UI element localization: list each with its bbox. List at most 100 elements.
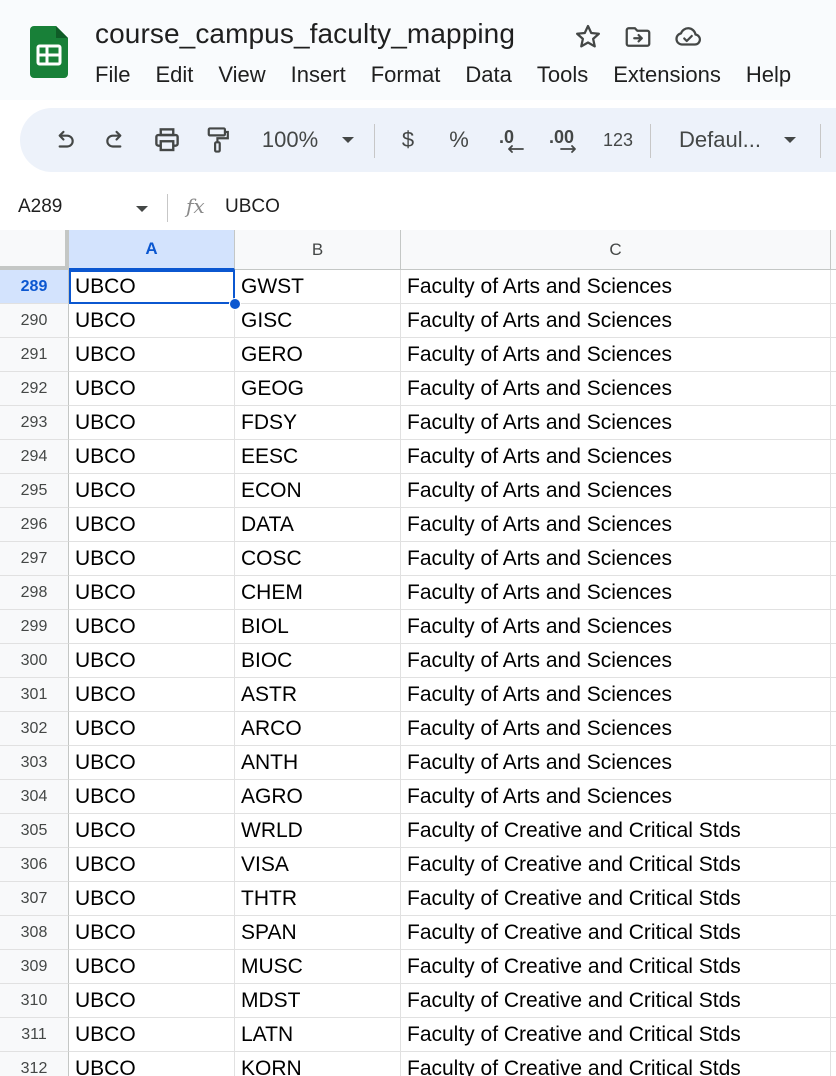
cell-subject-code[interactable]: KORN [235,1052,401,1076]
cell-subject-code[interactable]: COSC [235,542,401,576]
row-header[interactable]: 291 [0,338,69,372]
row-header[interactable]: 296 [0,508,69,542]
row-header[interactable]: 304 [0,780,69,814]
cell-empty[interactable] [831,338,836,372]
cell-empty[interactable] [831,1018,836,1052]
cell-campus[interactable]: UBCO [69,1052,235,1076]
row-header[interactable]: 310 [0,984,69,1018]
cell-subject-code[interactable]: EESC [235,440,401,474]
cell-subject-code[interactable]: GWST [235,270,401,304]
increase-decimal-button[interactable]: .00 [547,108,583,172]
formula-input[interactable]: UBCO [225,196,280,218]
chevron-down-icon[interactable] [135,204,149,214]
zoom-dropdown-button[interactable] [338,108,358,172]
cell-campus[interactable]: UBCO [69,440,235,474]
cell-campus[interactable]: UBCO [69,474,235,508]
cell-campus[interactable]: UBCO [69,746,235,780]
row-header[interactable]: 306 [0,848,69,882]
cell-faculty[interactable]: Faculty of Arts and Sciences [401,780,831,814]
zoom-select[interactable]: 100% [258,108,322,172]
cell-campus[interactable]: UBCO [69,644,235,678]
cell-empty[interactable] [831,848,836,882]
row-header[interactable]: 309 [0,950,69,984]
font-dropdown-button[interactable] [780,108,800,172]
google-sheets-logo[interactable] [30,26,68,78]
row-header[interactable]: 299 [0,610,69,644]
cell-empty[interactable] [831,610,836,644]
cell-subject-code[interactable]: VISA [235,848,401,882]
cell-faculty[interactable]: Faculty of Arts and Sciences [401,542,831,576]
cell-empty[interactable] [831,916,836,950]
percent-format-button[interactable]: % [447,108,471,172]
cell-faculty[interactable]: Faculty of Creative and Critical Stds [401,882,831,916]
cell-empty[interactable] [831,542,836,576]
cell-subject-code[interactable]: GEOG [235,372,401,406]
cell-faculty[interactable]: Faculty of Arts and Sciences [401,508,831,542]
menu-tools[interactable]: Tools [537,62,588,88]
cell-faculty[interactable]: Faculty of Arts and Sciences [401,372,831,406]
cell-empty[interactable] [831,474,836,508]
cell-campus[interactable]: UBCO [69,508,235,542]
cell-subject-code[interactable]: DATA [235,508,401,542]
cell-campus[interactable]: UBCO [69,576,235,610]
cell-faculty[interactable]: Faculty of Arts and Sciences [401,610,831,644]
cell-subject-code[interactable]: SPAN [235,916,401,950]
print-button[interactable] [151,108,183,172]
cell-subject-code[interactable]: BIOL [235,610,401,644]
menu-data[interactable]: Data [465,62,511,88]
cell-faculty[interactable]: Faculty of Creative and Critical Stds [401,916,831,950]
row-header[interactable]: 295 [0,474,69,508]
decrease-decimal-button[interactable]: .0 [495,108,529,172]
cell-empty[interactable] [831,406,836,440]
cell-empty[interactable] [831,440,836,474]
menu-file[interactable]: File [95,62,130,88]
cell-campus[interactable]: UBCO [69,882,235,916]
menu-view[interactable]: View [218,62,265,88]
paint-format-button[interactable] [203,108,233,172]
cell-subject-code[interactable]: BIOC [235,644,401,678]
cell-subject-code[interactable]: GISC [235,304,401,338]
font-family-select[interactable]: Defaul... [675,108,765,172]
row-header[interactable]: 301 [0,678,69,712]
cell-faculty[interactable]: Faculty of Arts and Sciences [401,746,831,780]
cell-campus[interactable]: UBCO [69,1018,235,1052]
cell-subject-code[interactable]: MUSC [235,950,401,984]
star-icon[interactable] [573,22,603,52]
cell-empty[interactable] [831,678,836,712]
cell-faculty[interactable]: Faculty of Arts and Sciences [401,712,831,746]
cell-faculty[interactable]: Faculty of Creative and Critical Stds [401,950,831,984]
row-header[interactable]: 298 [0,576,69,610]
row-header[interactable]: 292 [0,372,69,406]
document-title[interactable]: course_campus_faculty_mapping [95,18,515,50]
currency-format-button[interactable]: $ [396,108,420,172]
menu-help[interactable]: Help [746,62,791,88]
cell-subject-code[interactable]: ECON [235,474,401,508]
cell-faculty[interactable]: Faculty of Arts and Sciences [401,406,831,440]
cell-faculty[interactable]: Faculty of Arts and Sciences [401,338,831,372]
column-header-a[interactable]: A [69,230,235,270]
row-header[interactable]: 300 [0,644,69,678]
cell-campus[interactable]: UBCO [69,848,235,882]
cloud-saved-icon[interactable] [673,22,703,52]
cell-subject-code[interactable]: ANTH [235,746,401,780]
fill-handle[interactable] [229,298,241,310]
row-header[interactable]: 312 [0,1052,69,1076]
cell-empty[interactable] [831,882,836,916]
cell-faculty[interactable]: Faculty of Creative and Critical Stds [401,1018,831,1052]
cell-subject-code[interactable]: GERO [235,338,401,372]
cell-empty[interactable] [831,270,836,304]
row-header[interactable]: 289 [0,270,69,304]
cell-campus[interactable]: UBCO [69,950,235,984]
menu-edit[interactable]: Edit [155,62,193,88]
cell-campus[interactable]: UBCO [69,984,235,1018]
cell-faculty[interactable]: Faculty of Arts and Sciences [401,270,831,304]
cell-empty[interactable] [831,780,836,814]
cell-faculty[interactable]: Faculty of Creative and Critical Stds [401,984,831,1018]
redo-button[interactable] [102,108,130,172]
cell-empty[interactable] [831,508,836,542]
cell-subject-code[interactable]: LATN [235,1018,401,1052]
cell-campus[interactable]: UBCO [69,542,235,576]
cell-subject-code[interactable]: WRLD [235,814,401,848]
row-header[interactable]: 305 [0,814,69,848]
cell-empty[interactable] [831,950,836,984]
